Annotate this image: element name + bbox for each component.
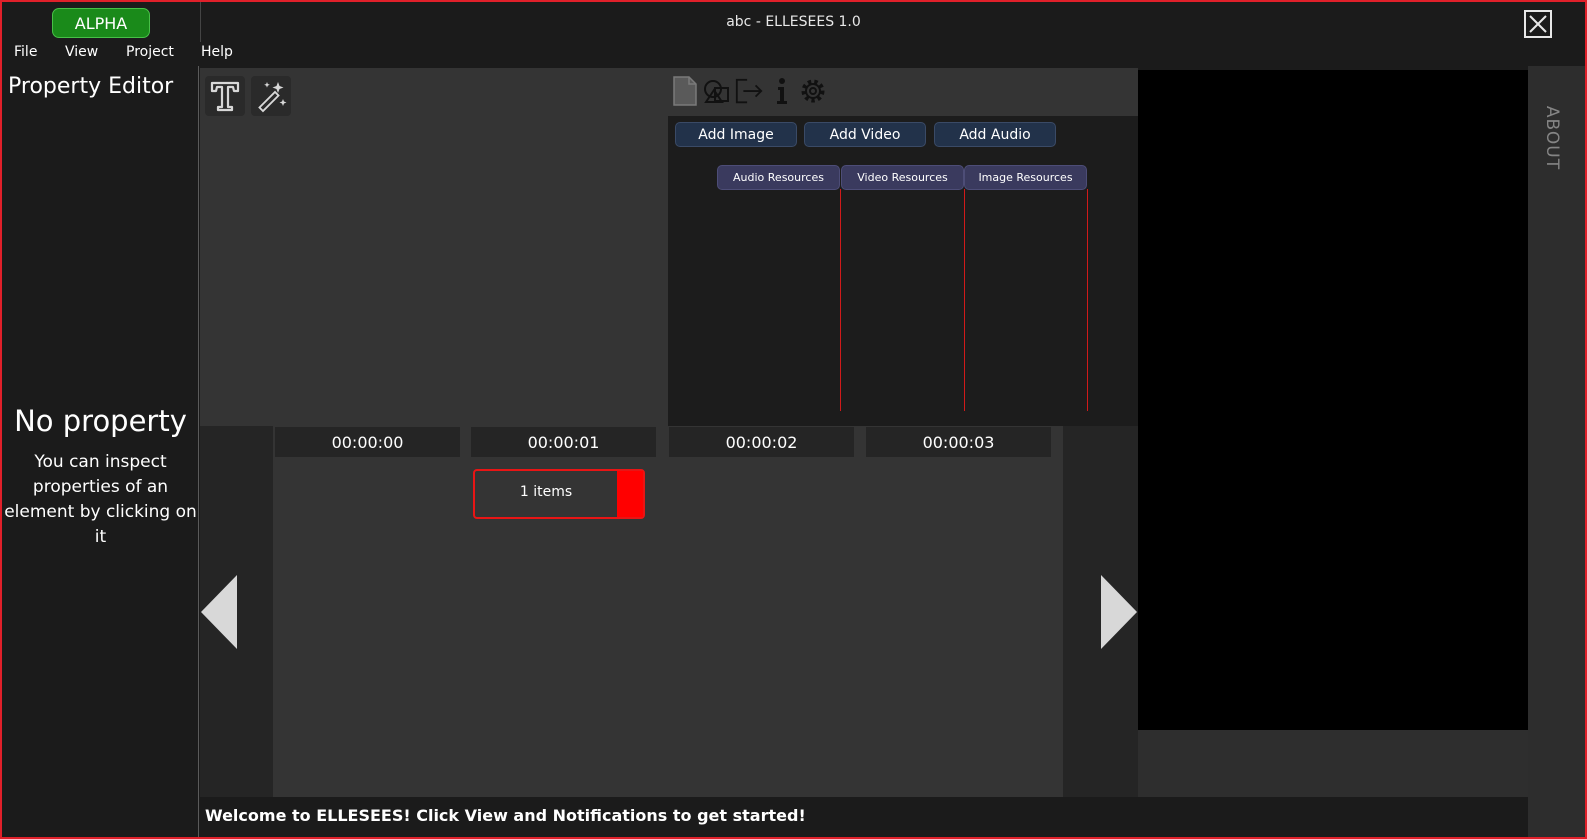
title-bar: ALPHA abc - ELLESEES 1.0 (2, 2, 1585, 42)
resource-panel: Add Image Add Video Add Audio Audio Reso… (668, 116, 1138, 426)
toolbox-panel (200, 68, 668, 426)
close-button[interactable] (1524, 10, 1552, 38)
menu-file[interactable]: File (14, 44, 37, 60)
tab-image-resources[interactable]: Image Resources (964, 165, 1087, 190)
preview-controls-area (1138, 730, 1528, 797)
effects-tool-button[interactable] (251, 76, 291, 116)
about-sidebar[interactable]: ABOUT (1528, 66, 1585, 837)
clip-label: 1 items (519, 484, 573, 500)
about-label-container: ABOUT (1532, 98, 1572, 178)
add-video-button[interactable]: Add Video (804, 122, 926, 147)
resource-toolbar (668, 68, 1138, 116)
timestamp-3: 00:00:03 (866, 427, 1051, 457)
timeline-track-area: 00:00:00 00:00:01 00:00:02 00:00:03 1 it… (273, 426, 1063, 797)
image-resources-divider (1087, 189, 1088, 411)
settings-gear-icon (801, 79, 825, 103)
menu-view[interactable]: View (65, 44, 98, 60)
info-button[interactable] (767, 74, 797, 108)
menu-project[interactable]: Project (126, 44, 174, 60)
title-divider (200, 2, 201, 42)
document-button[interactable] (670, 74, 700, 108)
no-property-description: You can inspect properties of an element… (4, 452, 197, 547)
next-arrow-icon[interactable] (1100, 574, 1138, 650)
previous-arrow-icon[interactable] (200, 574, 238, 650)
video-preview (1138, 70, 1528, 730)
timeline-right-nav (1063, 426, 1138, 797)
clip-resize-handle[interactable] (617, 471, 643, 517)
menu-bar: File View Project Help (2, 42, 1585, 66)
video-resources-divider (964, 189, 965, 411)
audio-resources-divider (840, 189, 841, 411)
shapes-button[interactable] (702, 74, 732, 108)
no-property-heading: No property (14, 404, 187, 438)
magic-wand-icon (258, 82, 287, 113)
add-audio-button[interactable]: Add Audio (934, 122, 1056, 147)
status-bar: Welcome to ELLESEES! Click View and Noti… (200, 797, 1528, 837)
info-icon (777, 78, 787, 104)
timestamp-1: 00:00:01 (471, 427, 656, 457)
welcome-message: Welcome to ELLESEES! Click View and Noti… (205, 806, 806, 825)
timestamp-2: 00:00:02 (669, 427, 854, 457)
timeline-left-nav (200, 426, 273, 797)
property-editor-title: Property Editor (8, 74, 174, 99)
about-label: ABOUT (1542, 105, 1563, 171)
text-tool-button[interactable] (205, 76, 245, 116)
alpha-badge[interactable]: ALPHA (52, 8, 150, 38)
timestamp-0: 00:00:00 (275, 427, 460, 457)
text-tool-icon (210, 81, 240, 112)
export-button[interactable] (734, 74, 764, 108)
property-editor-panel: Property Editor No property You can insp… (2, 66, 199, 837)
menu-help[interactable]: Help (201, 44, 233, 60)
export-icon (735, 78, 763, 104)
settings-button[interactable] (798, 74, 828, 108)
shapes-icon (704, 80, 729, 103)
close-icon (1529, 15, 1547, 33)
tab-video-resources[interactable]: Video Resources (841, 165, 964, 190)
timeline-clip[interactable]: 1 items (473, 469, 645, 519)
tab-audio-resources[interactable]: Audio Resources (717, 165, 840, 190)
window-title: abc - ELLESEES 1.0 (726, 14, 861, 30)
add-image-button[interactable]: Add Image (675, 122, 797, 147)
document-icon (673, 76, 697, 106)
